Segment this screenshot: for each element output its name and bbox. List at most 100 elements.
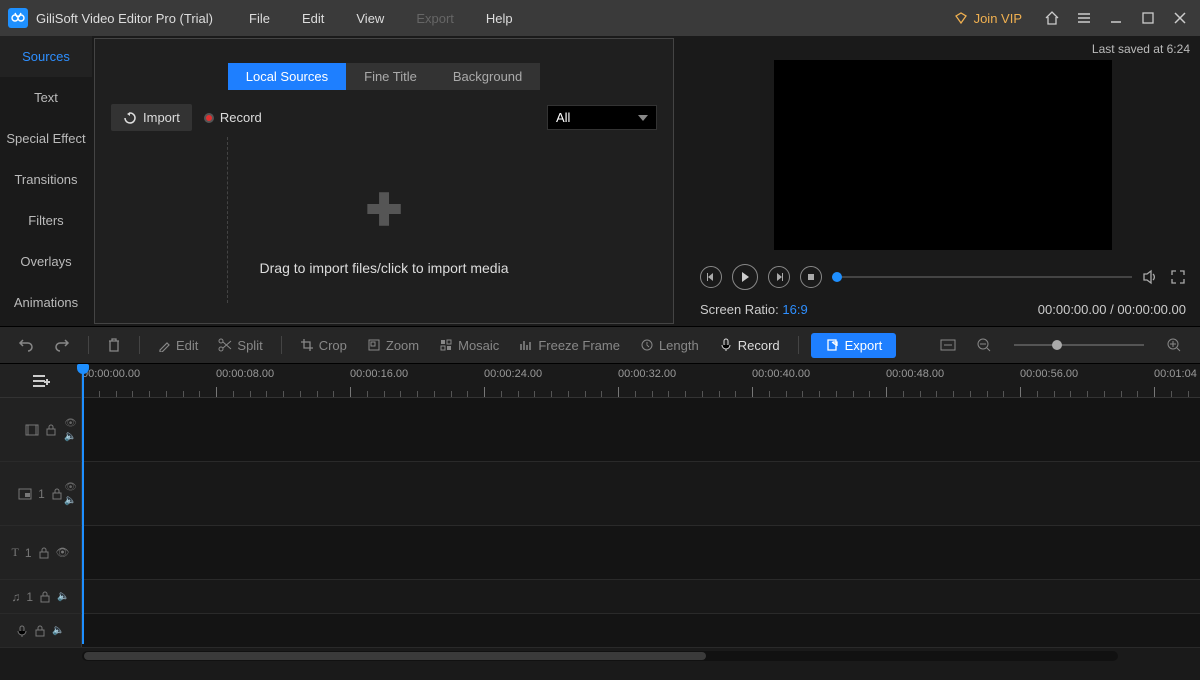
redo-button[interactable] — [48, 333, 76, 357]
track-head-overlay: 1 👁🔈 — [0, 462, 82, 525]
ruler-label: 00:00:40.00 — [752, 368, 810, 380]
freeze-frame-button[interactable]: Freeze Frame — [513, 334, 626, 357]
track-body[interactable] — [82, 398, 1200, 461]
lock-icon[interactable] — [38, 547, 50, 559]
next-frame-button[interactable] — [768, 266, 790, 288]
eye-icon[interactable]: 👁 — [64, 482, 77, 493]
screen-ratio-label: Screen Ratio: — [700, 302, 779, 317]
zoom-out-button[interactable] — [970, 333, 998, 357]
track-body[interactable] — [82, 462, 1200, 525]
add-track-button[interactable] — [0, 364, 82, 397]
zoom-button[interactable]: Zoom — [361, 334, 425, 357]
seek-bar[interactable] — [832, 276, 1132, 278]
lock-icon[interactable] — [39, 591, 51, 603]
track-head-audio: ♫ 1 🔈 — [0, 580, 82, 613]
time-current: 00:00:00.00 — [1038, 302, 1107, 317]
menu-view[interactable]: View — [342, 11, 398, 26]
eye-icon[interactable]: 👁 — [64, 418, 77, 429]
zoom-in-icon — [1166, 337, 1182, 353]
sidebar-item-animations[interactable]: Animations — [0, 282, 92, 323]
plus-icon: ✚ — [366, 185, 403, 236]
add-track-icon — [31, 373, 51, 389]
volume-icon — [1142, 268, 1160, 286]
volume-button[interactable] — [1142, 268, 1160, 286]
zoom-handle[interactable] — [1052, 340, 1062, 350]
sidebar-item-overlays[interactable]: Overlays — [0, 241, 92, 282]
speaker-icon[interactable]: 🔈 — [52, 625, 64, 636]
track-text-1: T 1 👁 — [0, 526, 1200, 580]
mosaic-button[interactable]: Mosaic — [433, 334, 505, 357]
pip-icon — [18, 487, 32, 501]
tab-background[interactable]: Background — [435, 63, 540, 90]
preview-viewport — [774, 60, 1112, 250]
tab-local-sources[interactable]: Local Sources — [228, 63, 346, 90]
home-button[interactable] — [1040, 6, 1064, 30]
zoom-in-button[interactable] — [1160, 333, 1188, 357]
join-vip-button[interactable]: Join VIP — [954, 11, 1022, 26]
edit-button[interactable]: Edit — [152, 334, 204, 357]
track-head-text: T 1 👁 — [0, 526, 82, 579]
import-label: Import — [143, 110, 180, 125]
track-body[interactable] — [82, 526, 1200, 579]
menu-edit[interactable]: Edit — [288, 11, 338, 26]
media-dropzone[interactable]: ✚ Drag to import files/click to import m… — [95, 137, 673, 323]
maximize-button[interactable] — [1136, 6, 1160, 30]
minimize-icon — [1109, 11, 1123, 25]
export-button[interactable]: Export — [811, 333, 897, 358]
ruler-label: 00:00:00.00 — [82, 368, 140, 380]
zoom-slider[interactable] — [1014, 344, 1144, 346]
redo-icon — [54, 337, 70, 353]
track-body[interactable] — [82, 614, 1200, 647]
fit-button[interactable] — [934, 334, 962, 356]
ruler-label: 00:01:04 — [1154, 368, 1197, 380]
delete-button[interactable] — [101, 334, 127, 356]
track-number: 1 — [25, 546, 32, 560]
ruler-label: 00:00:56.00 — [1020, 368, 1078, 380]
fullscreen-button[interactable] — [1170, 269, 1186, 285]
sidebar-item-filters[interactable]: Filters — [0, 200, 92, 241]
sidebar-item-special-effect[interactable]: Special Effect — [0, 118, 92, 159]
eye-icon[interactable]: 👁 — [56, 546, 70, 559]
split-button[interactable]: Split — [212, 334, 268, 357]
sidebar-item-transitions[interactable]: Transitions — [0, 159, 92, 200]
undo-button[interactable] — [12, 333, 40, 357]
lock-icon[interactable] — [34, 625, 46, 637]
speaker-icon[interactable]: 🔈 — [64, 495, 77, 506]
close-button[interactable] — [1168, 6, 1192, 30]
lock-icon[interactable] — [45, 424, 57, 436]
sidebar-item-text[interactable]: Text — [0, 77, 92, 118]
track-body[interactable] — [82, 580, 1200, 613]
filter-dropdown[interactable]: All — [547, 105, 657, 130]
prev-icon — [707, 273, 715, 281]
ruler-label: 00:00:32.00 — [618, 368, 676, 380]
import-button[interactable]: Import — [111, 104, 192, 131]
playhead[interactable] — [82, 364, 84, 644]
speaker-icon[interactable]: 🔈 — [64, 431, 77, 442]
track-head-voice: 🔈 — [0, 614, 82, 647]
menu-help[interactable]: Help — [472, 11, 527, 26]
screen-ratio-value[interactable]: 16:9 — [782, 302, 807, 317]
minimize-button[interactable] — [1104, 6, 1128, 30]
lock-icon[interactable] — [51, 488, 63, 500]
play-button[interactable] — [732, 264, 758, 290]
drop-hint: Drag to import files/click to import med… — [260, 260, 509, 276]
prev-frame-button[interactable] — [700, 266, 722, 288]
scissors-icon — [218, 338, 232, 352]
export-icon — [825, 338, 839, 352]
scrollbar-thumb[interactable] — [84, 652, 706, 660]
track-audio-1: ♫ 1 🔈 — [0, 580, 1200, 614]
sidebar-item-sources[interactable]: Sources — [0, 36, 92, 77]
stop-button[interactable] — [800, 266, 822, 288]
time-ruler[interactable]: 00:00:00.0000:00:08.0000:00:16.0000:00:2… — [82, 364, 1200, 397]
timeline-scrollbar[interactable] — [0, 648, 1200, 664]
seek-handle[interactable] — [832, 272, 842, 282]
menu-button[interactable] — [1072, 6, 1096, 30]
record-toolbar-button[interactable]: Record — [713, 334, 786, 357]
length-button[interactable]: Length — [634, 334, 705, 357]
crop-button[interactable]: Crop — [294, 334, 353, 357]
tab-fine-title[interactable]: Fine Title — [346, 63, 435, 90]
menu-file[interactable]: File — [235, 11, 284, 26]
freeze-icon — [519, 338, 533, 352]
speaker-icon[interactable]: 🔈 — [57, 591, 69, 602]
record-button[interactable]: Record — [204, 110, 262, 125]
